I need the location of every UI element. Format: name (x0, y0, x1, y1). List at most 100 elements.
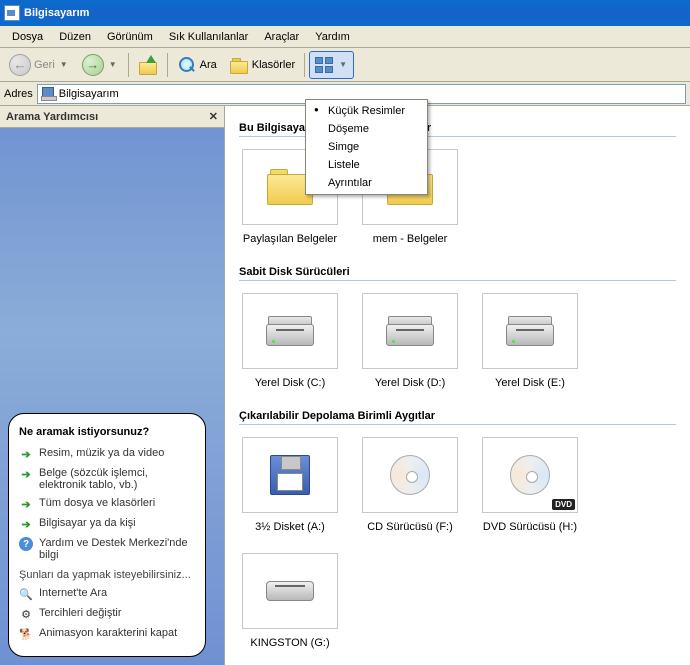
search-option-doc[interactable]: ➔ Belge (sözcük işlemci, elektronik tabl… (19, 464, 195, 494)
option-label: Tüm dosya ve klasörleri (39, 497, 155, 509)
item-label: Paylaşılan Belgeler (239, 233, 341, 246)
chevron-down-icon: ▼ (337, 60, 349, 69)
section-title-removable: Çıkarılabilir Depolama Birimli Aygıtlar (239, 410, 676, 425)
views-icon (314, 56, 334, 74)
cd-icon (390, 455, 430, 495)
close-icon[interactable]: ✕ (209, 110, 218, 123)
views-dropdown-menu: Küçük Resimler Döşeme Simge Listele Ayrı… (305, 99, 428, 195)
arrow-icon: ➔ (19, 497, 33, 511)
disk-icon (506, 316, 554, 346)
search-label: Ara (200, 59, 217, 71)
views-menu-icons[interactable]: Simge (308, 138, 425, 156)
floppy-icon (270, 455, 310, 495)
search-button[interactable]: Ara (172, 51, 222, 79)
side-panel: Arama Yardımcısı ✕ Ne aramak istiyorsunu… (0, 106, 225, 665)
menu-file[interactable]: Dosya (4, 28, 51, 46)
option-label: Tercihleri değiştir (39, 607, 122, 619)
option-label: Internet'te Ara (39, 587, 107, 599)
views-menu-details[interactable]: Ayrıntılar (308, 174, 425, 192)
items-removable: 3½ Disket (A:) CD Sürücüsü (F:) DVD DVD … (239, 437, 676, 649)
computer-icon (4, 5, 20, 21)
item-label: mem - Belgeler (359, 233, 461, 246)
search-option-all[interactable]: ➔ Tüm dosya ve klasörleri (19, 494, 195, 514)
item-label: KINGSTON (G:) (239, 637, 341, 650)
side-panel-header: Arama Yardımcısı ✕ (0, 106, 224, 128)
menu-help[interactable]: Yardım (307, 28, 358, 46)
window-title: Bilgisayarım (24, 7, 89, 19)
disk-item[interactable]: Yerel Disk (C:) (239, 293, 341, 390)
balloon-heading: Ne aramak istiyorsunuz? (19, 426, 195, 438)
titlebar: Bilgisayarım (0, 0, 690, 26)
arrow-icon: ➔ (19, 467, 33, 481)
views-button[interactable]: ▼ (309, 51, 354, 79)
option-label: Yardım ve Destek Merkezi'nde bilgi (39, 537, 195, 561)
character-icon: 🐕 (19, 627, 33, 641)
up-folder-icon (138, 55, 158, 75)
disk-icon (386, 316, 434, 346)
back-button[interactable]: ← Geri ▼ (4, 51, 75, 79)
forward-button[interactable]: → ▼ (77, 51, 124, 79)
item-label: Yerel Disk (D:) (359, 377, 461, 390)
items-disks: Yerel Disk (C:) Yerel Disk (D:) Yerel Di… (239, 293, 676, 390)
balloon-subheading: Şunları da yapmak isteyebilirsiniz... (19, 569, 195, 581)
item-label: DVD Sürücüsü (H:) (479, 521, 581, 534)
menubar: Dosya Düzen Görünüm Sık Kullanılanlar Ar… (0, 26, 690, 48)
arrow-icon: ➔ (19, 447, 33, 461)
item-label: CD Sürücüsü (F:) (359, 521, 461, 534)
search-icon (177, 55, 197, 75)
option-label: Animasyon karakterini kapat (39, 627, 177, 639)
option-label: Resim, müzik ya da video (39, 447, 164, 459)
forward-arrow-icon: → (82, 54, 104, 76)
option-label: Bilgisayar ya da kişi (39, 517, 136, 529)
folders-button[interactable]: Klasörler (224, 51, 300, 79)
dvd-icon (510, 455, 550, 495)
up-button[interactable] (133, 51, 163, 79)
views-menu-thumbnails[interactable]: Küçük Resimler (308, 102, 425, 120)
search-option-computer[interactable]: ➔ Bilgisayar ya da kişi (19, 514, 195, 534)
chevron-down-icon: ▼ (107, 60, 119, 69)
chevron-down-icon: ▼ (58, 60, 70, 69)
search-option-media[interactable]: ➔ Resim, müzik ya da video (19, 444, 195, 464)
back-label: Geri (34, 59, 55, 71)
cd-item[interactable]: CD Sürücüsü (F:) (359, 437, 461, 534)
dvd-badge: DVD (552, 499, 575, 510)
external-item[interactable]: KINGSTON (G:) (239, 553, 341, 650)
menu-edit[interactable]: Düzen (51, 28, 99, 46)
search-option-help[interactable]: ? Yardım ve Destek Merkezi'nde bilgi (19, 534, 195, 564)
search-balloon: Ne aramak istiyorsunuz? ➔ Resim, müzik y… (8, 413, 206, 657)
item-label: Yerel Disk (E:) (479, 377, 581, 390)
search-web-icon: 🔍 (19, 587, 33, 601)
option-label: Belge (sözcük işlemci, elektronik tablo,… (39, 467, 195, 491)
search-sub-prefs[interactable]: ⚙ Tercihleri değiştir (19, 604, 195, 624)
item-label: 3½ Disket (A:) (239, 521, 341, 534)
menu-view[interactable]: Görünüm (99, 28, 161, 46)
menu-favorites[interactable]: Sık Kullanılanlar (161, 28, 257, 46)
views-menu-list[interactable]: Listele (308, 156, 425, 174)
folders-label: Klasörler (252, 59, 295, 71)
content-area: Bu Bilgisayarda Depolanan Dosyalar Payla… (225, 106, 690, 665)
arrow-icon: ➔ (19, 517, 33, 531)
address-label: Adres (4, 88, 33, 100)
address-value: Bilgisayarım (59, 88, 119, 100)
search-sub-internet[interactable]: 🔍 Internet'te Ara (19, 584, 195, 604)
views-menu-tiles[interactable]: Döşeme (308, 120, 425, 138)
separator (167, 53, 168, 77)
floppy-item[interactable]: 3½ Disket (A:) (239, 437, 341, 534)
folders-icon (229, 56, 249, 74)
section-title-disks: Sabit Disk Sürücüleri (239, 266, 676, 281)
computer-icon (41, 87, 55, 101)
separator (304, 53, 305, 77)
separator (128, 53, 129, 77)
gear-icon: ⚙ (19, 607, 33, 621)
item-label: Yerel Disk (C:) (239, 377, 341, 390)
external-drive-icon (266, 581, 314, 601)
disk-item[interactable]: Yerel Disk (E:) (479, 293, 581, 390)
side-panel-title: Arama Yardımcısı (6, 111, 98, 123)
toolbar: ← Geri ▼ → ▼ Ara Klasörler ▼ (0, 48, 690, 82)
help-icon: ? (19, 537, 33, 551)
search-sub-animation[interactable]: 🐕 Animasyon karakterini kapat (19, 624, 195, 644)
menu-tools[interactable]: Araçlar (256, 28, 307, 46)
back-arrow-icon: ← (9, 54, 31, 76)
disk-item[interactable]: Yerel Disk (D:) (359, 293, 461, 390)
dvd-item[interactable]: DVD DVD Sürücüsü (H:) (479, 437, 581, 534)
